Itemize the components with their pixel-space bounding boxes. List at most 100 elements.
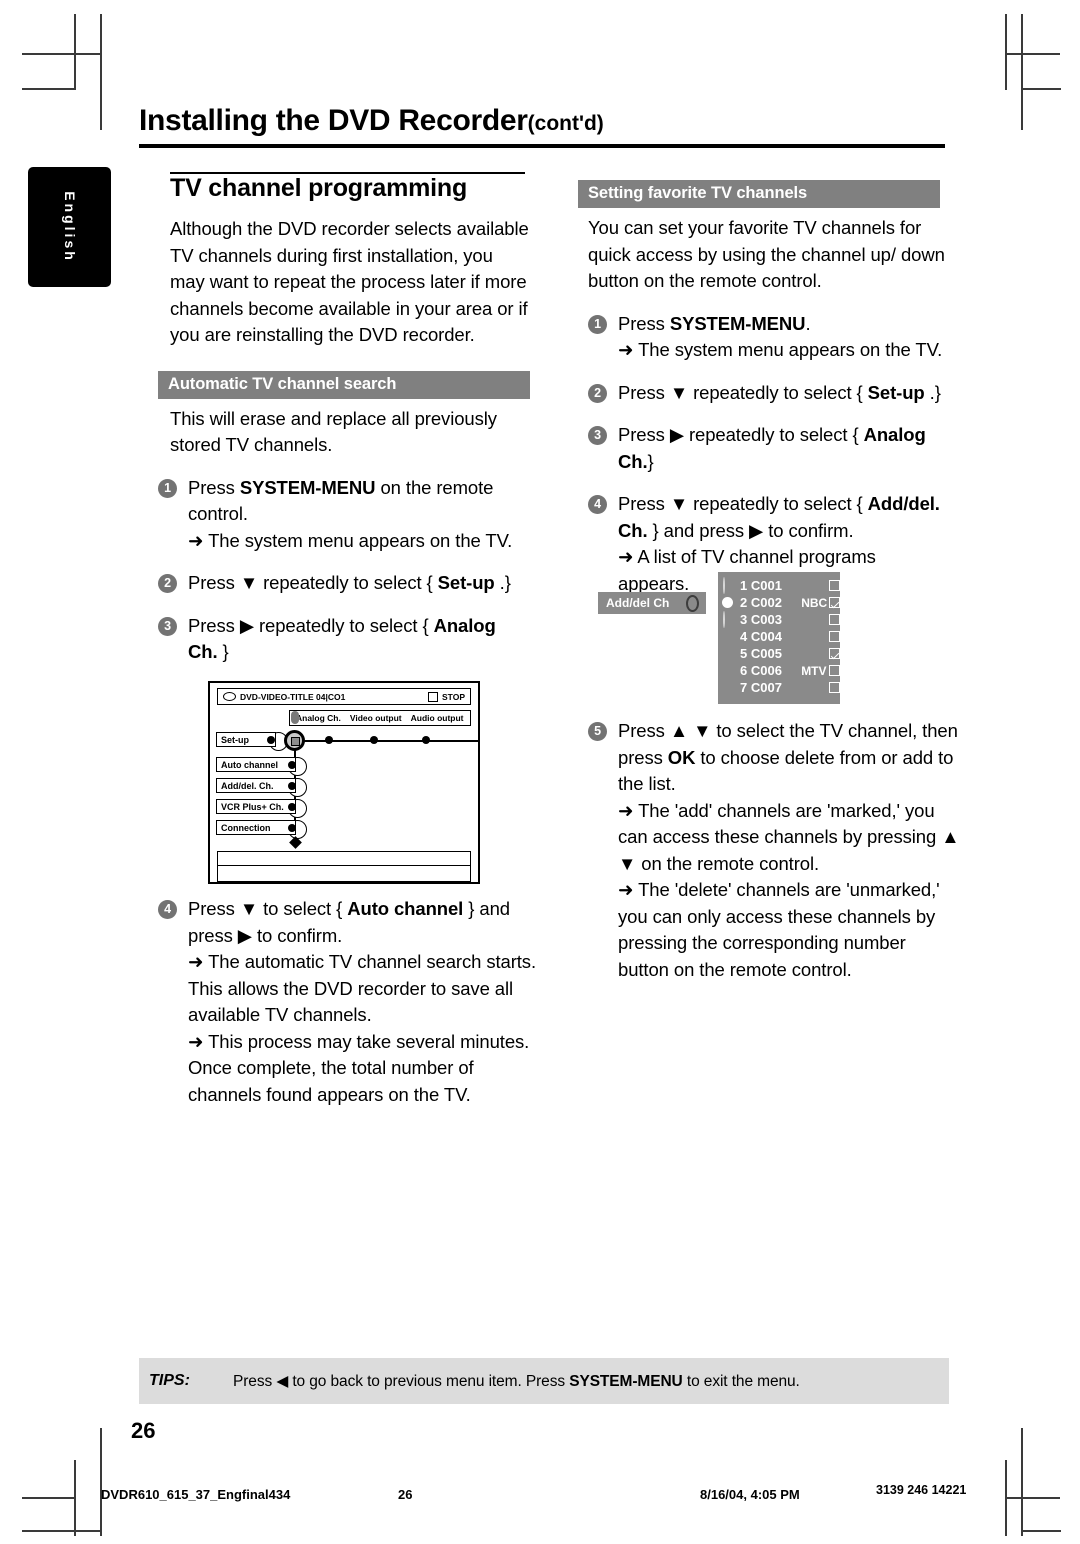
tv-tab-analog[interactable]: Analog Ch.: [296, 713, 341, 723]
step-result-2: ➜ This process may take several minutes.…: [188, 1030, 530, 1105]
tv-top-pill-marker: [291, 711, 299, 724]
tv-item-node-4: [288, 824, 296, 832]
step-number: 2: [158, 574, 177, 593]
tv-title-text: DVD-VIDEO-TITLE 04|CO1: [240, 691, 346, 702]
crop-mark-tr-h2: [1021, 88, 1061, 90]
tv-setup-label: Set-up: [221, 734, 249, 745]
step-text-pre: Press ▶ repeatedly to select {: [188, 614, 434, 636]
left-steps-list: 1 Press SYSTEM-MENU on the remote contro…: [158, 475, 530, 666]
channel-checkbox[interactable]: [829, 597, 840, 608]
step-number: 2: [588, 383, 607, 403]
step-text-pre: Press ▶ repeatedly to select {: [618, 424, 864, 445]
cursor-dot-icon: [722, 597, 733, 608]
step-text-pre: Press: [618, 312, 670, 334]
page-title-main: Installing the DVD Recorder: [139, 104, 528, 137]
tv-tab-node-3: [422, 736, 430, 744]
channel-row[interactable]: 4 C004: [718, 628, 840, 645]
footer-timestamp: 8/16/04, 4:05 PM: [700, 1487, 800, 1502]
channel-checkbox[interactable]: [829, 631, 840, 642]
scroll-down-icon: [723, 611, 725, 628]
tv-disc-label: DVD-VIDEO-TITLE 04|CO1: [223, 692, 345, 702]
page-canvas: English Installing the DVD Recorder(cont…: [0, 0, 1080, 1544]
channel-row[interactable]: 3 C003: [718, 611, 840, 628]
step-item: 5 Press ▲ ▼ to select the TV channel, th…: [588, 718, 960, 983]
channel-code: 2 C002: [740, 595, 782, 610]
step-text-post: .}: [494, 572, 511, 593]
step-text-post: }: [647, 450, 654, 472]
tv-item-node-3: [288, 803, 296, 811]
channel-checkbox[interactable]: [829, 682, 840, 693]
step-text-bold: SYSTEM-MENU: [239, 476, 376, 498]
channel-row[interactable]: 5 C005: [718, 645, 840, 662]
scroll-up-icon: [723, 577, 725, 594]
step-number: 3: [588, 426, 607, 445]
step-result: ➜ The system menu appears on the TV.: [188, 529, 513, 551]
crop-mark-tr-h: [1005, 53, 1060, 55]
footer-file-name: DVDR610_615_37_Engfinal434: [101, 1487, 291, 1502]
crop-mark-br-h2: [1021, 1530, 1061, 1532]
step-text-pre: Press ▼ to select {: [188, 898, 348, 919]
channel-row[interactable]: 2 C002 NBC: [718, 594, 840, 611]
crop-mark-bl-h2: [22, 1530, 102, 1532]
left-column: TV channel programming Although the DVD …: [158, 172, 530, 666]
title-rule: [139, 144, 945, 148]
tv-tab-video-output[interactable]: Video output: [350, 713, 402, 723]
tv-menu-item-vcr-plus-ch[interactable]: VCR Plus+ Ch.: [216, 799, 296, 814]
add-del-ch-label: Add/del Ch: [598, 592, 706, 614]
step-text-pre: Press ▼ repeatedly to select {: [618, 493, 868, 514]
step-number: 5: [588, 722, 607, 741]
tv-setup-node: [267, 736, 275, 744]
page-header: Installing the DVD Recorder(cont'd): [139, 104, 949, 148]
step-text-bold: Set-up: [437, 572, 495, 593]
tv-spine-horizontal: [290, 740, 480, 742]
channel-code: 7 C007: [740, 680, 782, 695]
step-text-pre: Press ▼ repeatedly to select {: [618, 381, 868, 403]
step-text-pre: Press: [188, 476, 240, 498]
tips-text-bold: SYSTEM-MENU: [569, 1372, 683, 1390]
tv-menu-label: Connection: [221, 822, 271, 833]
step-item: 3 Press ▶ repeatedly to select { Analog …: [158, 613, 530, 666]
channel-row[interactable]: 1 C001: [718, 577, 840, 594]
channel-row[interactable]: 6 C006 MTV: [718, 662, 840, 679]
tv-tab-audio-output[interactable]: Audio output: [411, 713, 464, 723]
left-band-intro: This will erase and replace all previous…: [170, 407, 497, 456]
step-result: ➜ The automatic TV channel search starts…: [188, 951, 536, 1025]
step-number: 3: [158, 616, 177, 636]
right-steps-list-2: 5 Press ▲ ▼ to select the TV channel, th…: [588, 718, 960, 983]
step-number: 1: [588, 314, 607, 334]
tv-menu-label: VCR Plus+ Ch.: [221, 801, 284, 812]
channel-code: 6 C006: [740, 663, 782, 678]
step-number: 1: [158, 478, 177, 498]
tv-item-node-1: [288, 761, 296, 769]
step-item: 2 Press ▼ repeatedly to select { Set-up …: [158, 570, 530, 597]
channel-checkbox[interactable]: [829, 580, 840, 591]
tv-tab-node-2: [370, 736, 378, 744]
language-tab-label: English: [61, 191, 78, 263]
crop-mark-tl-h2: [22, 88, 76, 90]
step-text-bold: Auto channel: [347, 898, 464, 919]
step-text-post: }: [217, 641, 229, 662]
tv-stop-text: STOP: [442, 691, 465, 702]
channel-checkbox[interactable]: [829, 665, 840, 676]
tv-menu-item-auto-channel[interactable]: Auto channel: [216, 757, 296, 772]
tv-menu-item-add-del-ch[interactable]: Add/del. Ch.: [216, 778, 296, 793]
channel-code: 4 C004: [740, 629, 782, 644]
step-text-bold: SYSTEM-MENU: [669, 312, 806, 334]
tips-text-pre: Press ◀ to go back to previous menu item…: [233, 1372, 570, 1390]
left-step4-block: 4 Press ▼ to select { Auto channel } and…: [158, 896, 536, 1108]
page-title: Installing the DVD Recorder(cont'd): [139, 104, 949, 138]
channel-checkbox[interactable]: [829, 614, 840, 625]
add-del-ch-text: Add/del Ch: [606, 596, 670, 610]
crop-mark-tl-h: [22, 53, 102, 55]
channel-row[interactable]: 7 C007: [718, 679, 840, 696]
step-text-bold: Set-up: [867, 381, 925, 403]
channel-list-screenshot: Add/del Ch 1 C001 2 C002 NBC 3 C003 4 C0…: [598, 572, 858, 704]
disc-icon: [223, 692, 236, 701]
print-footer: DVDR610_615_37_Engfinal434 26 8/16/04, 4…: [0, 1481, 1080, 1513]
section-title: TV channel programming: [170, 174, 468, 202]
channel-checkbox[interactable]: [829, 648, 840, 659]
footer-page-number: 26: [398, 1487, 413, 1502]
crop-mark-tl-v2: [74, 14, 76, 90]
tv-menu-item-connection[interactable]: Connection: [216, 820, 296, 835]
channel-name: MTV: [801, 663, 827, 678]
